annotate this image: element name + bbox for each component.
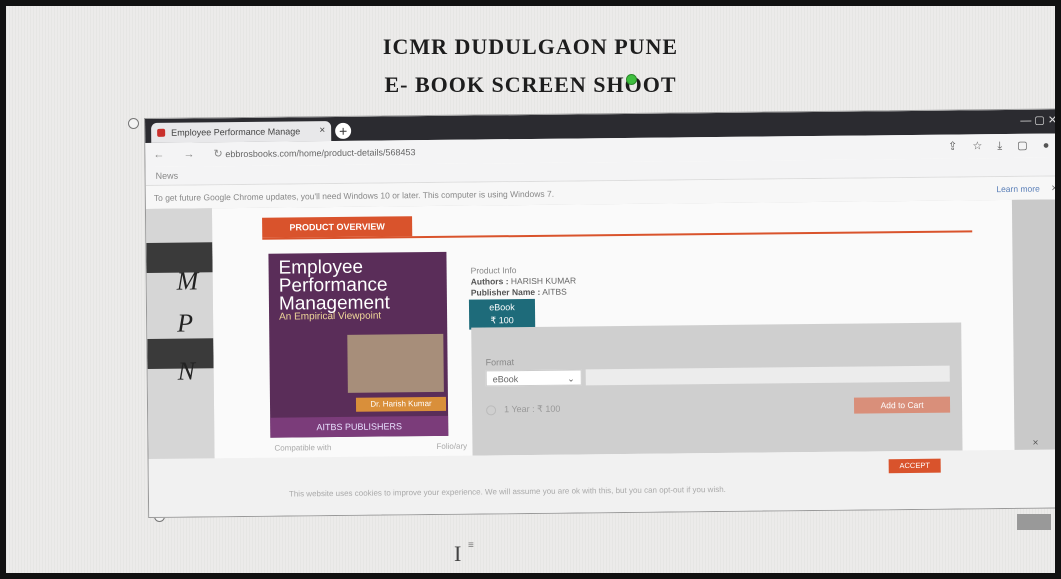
cursor-lines-icon: ≡ <box>468 540 474 551</box>
document-title: ICMR DUDULGAON PUNE <box>382 34 679 59</box>
tab-close-icon[interactable]: × <box>319 121 325 141</box>
cover-title: Employee Performance Management <box>278 256 390 315</box>
badge-format: eBook <box>489 302 515 313</box>
update-notice-text: To get future Google Chrome updates, you… <box>153 188 555 203</box>
left-letter: P <box>176 308 194 338</box>
browser-window: Employee Performance Manage × + — ▢ ✕ ← … <box>144 108 1055 518</box>
rotate-handle[interactable] <box>626 74 637 85</box>
folio-label: Folio/ary <box>436 441 468 451</box>
plan-radio[interactable] <box>486 404 497 416</box>
cookie-text: This website uses cookies to improve you… <box>288 484 726 499</box>
photo-of-screen: ICMR DUDULGAON PUNE E- BOOK SCREEN SHOOT… <box>6 6 1055 573</box>
add-to-cart-button[interactable]: Add to Cart <box>853 396 951 414</box>
taskbar-icons <box>1017 514 1051 530</box>
chevron-down-icon: ⌄ <box>567 373 575 384</box>
text-cursor-icon: I <box>454 541 462 566</box>
left-letter: M <box>176 266 199 296</box>
product-info: Product Info Authors : HARISH KUMAR Publ… <box>471 264 577 298</box>
tab-employee-performance[interactable]: Employee Performance Manage × <box>151 121 332 143</box>
tab-title: Employee Performance Manage <box>171 126 301 138</box>
product-overview-tab[interactable]: PRODUCT OVERVIEW <box>262 216 413 238</box>
book-cover: Employee Performance Management An Empir… <box>268 251 449 438</box>
page-content: M P N PRODUCT OVERVIEW Employee Performa… <box>145 199 1055 517</box>
publisher-value: AITBS <box>542 286 567 297</box>
toolbar-extension-icons[interactable]: ⇪ ☆ ⤓ ▢ ● <box>948 133 1055 158</box>
address-bar[interactable]: ebbrosbooks.com/home/product-details/568… <box>225 144 415 162</box>
window-controls-icon[interactable]: — ▢ ✕ <box>1020 113 1055 126</box>
nav-buttons-icon[interactable]: ← → ↻ <box>153 142 231 167</box>
notice-close-icon[interactable]: × <box>1051 176 1055 200</box>
cookie-banner: × ACCEPT This website uses cookies to im… <box>148 438 1055 517</box>
authors-label: Authors : <box>470 276 509 287</box>
ebook-format-badge[interactable]: eBook ₹ 100 <box>468 298 536 330</box>
site-favicon-icon <box>157 128 166 137</box>
cookie-close-icon[interactable]: × <box>1033 438 1039 449</box>
plan-label: 1 Year : ₹ 100 <box>504 403 561 415</box>
resize-handle-top-left[interactable] <box>128 118 139 129</box>
accept-cookies-button[interactable]: ACCEPT <box>888 458 941 474</box>
cover-photo <box>347 333 444 393</box>
new-tab-button[interactable]: + <box>335 122 352 139</box>
bookmark-news[interactable]: News <box>156 171 179 181</box>
format-selected-value: eBook <box>492 374 519 385</box>
compatible-label: Compatible with <box>274 443 332 453</box>
format-panel <box>471 322 963 456</box>
left-letter: N <box>177 356 196 386</box>
cover-author: Dr. Harish Kumar <box>355 396 447 412</box>
cover-subtitle: An Empirical Viewpoint <box>279 310 382 323</box>
cover-publisher: AITBS PUBLISHERS <box>270 415 449 438</box>
format-label: Format <box>485 357 515 368</box>
publisher-label: Publisher Name : <box>470 286 541 298</box>
learn-more-link[interactable]: Learn more <box>996 177 1040 201</box>
format-select[interactable]: eBook ⌄ <box>485 369 582 387</box>
document-subtitle: E- BOOK SCREEN SHOOT <box>384 72 677 97</box>
badge-price: ₹ 100 <box>490 315 514 326</box>
authors-value: HARISH KUMAR <box>510 275 577 287</box>
